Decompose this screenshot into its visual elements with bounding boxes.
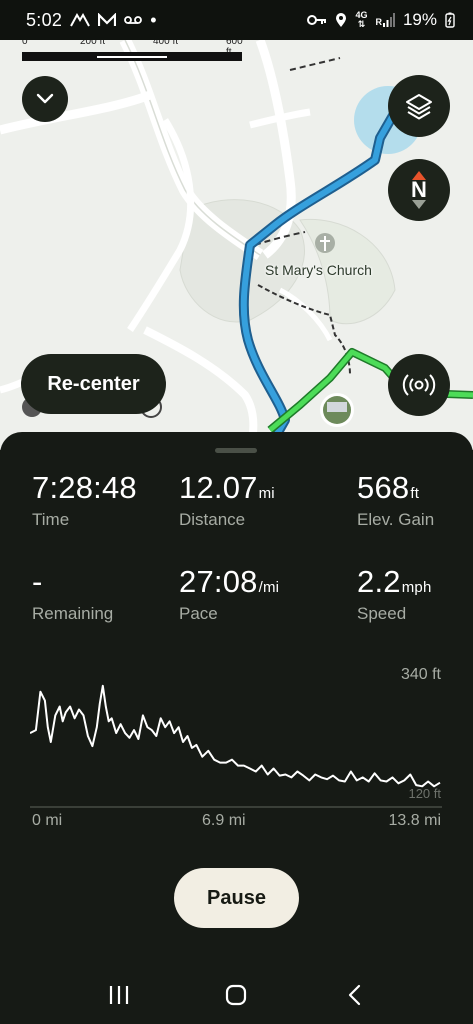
back-chevron-icon (349, 984, 361, 1005)
stat-value: - (32, 564, 43, 599)
scale-bar: 0 200 ft 400 ft 600 ft (22, 36, 244, 64)
stats-sheet[interactable]: 7:28:48 Time 12.07mi Distance 568ft Elev… (0, 432, 473, 1024)
stat-unit: /mi (258, 579, 280, 596)
south-arrow-icon (412, 200, 426, 209)
stat-unit: mph (401, 579, 432, 596)
system-nav-bar (0, 965, 473, 1024)
stat-label: Time (32, 510, 70, 529)
compass-button[interactable]: N (388, 159, 450, 221)
stat-label: Remaining (32, 604, 114, 623)
stat-elevation-gain: 568ft Elev. Gain (357, 470, 434, 530)
home-button[interactable] (216, 975, 256, 1015)
stat-value: 12.07 (179, 470, 258, 505)
stat-value: 2.2 (357, 564, 401, 599)
x-tick-label: 13.8 mi (388, 812, 441, 829)
poi-label-church[interactable]: St Mary's Church (265, 262, 372, 278)
layers-icon (406, 94, 432, 120)
battery-charging-icon (445, 12, 455, 28)
elevation-series-line (29, 684, 441, 788)
y-tick-label: 340 ft (400, 666, 441, 683)
recenter-button[interactable]: Re-center (21, 354, 166, 414)
stat-speed: 2.2mph Speed (357, 564, 431, 624)
recent-apps-button[interactable] (99, 975, 139, 1015)
signal-icon (382, 13, 395, 27)
stat-label: Distance (179, 510, 246, 529)
stat-pace: 27:08/mi Pace (179, 564, 279, 624)
sheet-drag-handle[interactable] (215, 448, 257, 453)
status-time: 5:02 (26, 9, 63, 30)
x-tick-label: 6.9 mi (202, 812, 246, 829)
stat-unit: mi (258, 485, 275, 502)
chevron-down-icon (36, 93, 54, 104)
stat-label: Speed (357, 604, 407, 623)
stat-remaining: - Remaining (32, 564, 113, 624)
home-icon (226, 984, 247, 1005)
pause-button[interactable]: Pause (174, 868, 299, 928)
y-tick-label: 120 ft (408, 786, 441, 801)
stat-label: Elev. Gain (357, 510, 435, 529)
recent-apps-icon (109, 985, 128, 1004)
map-view[interactable]: St Mary's Church 0 200 ft 400 ft 600 ft … (0, 0, 473, 450)
map-layers-button[interactable] (388, 75, 450, 137)
back-button[interactable] (334, 975, 374, 1015)
stat-value: 568 (357, 470, 410, 505)
stat-time: 7:28:48 Time (32, 470, 138, 530)
status-bar: 5:02 • 4G ⇅ R 19% (0, 0, 473, 40)
stat-unit: ft (410, 485, 420, 502)
battery-percent: 19% (402, 10, 437, 29)
network-arrows-icon: ⇅ (357, 19, 366, 29)
app-m-icon (98, 13, 117, 26)
app-mountain-icon (70, 13, 91, 27)
voicemail-icon (124, 16, 143, 24)
collapse-button[interactable] (22, 76, 68, 122)
stat-value: 7:28:48 (32, 470, 137, 505)
compass-letter: N (411, 177, 427, 202)
stat-label: Pace (179, 604, 218, 623)
scale-bar-graphic (22, 52, 242, 61)
roaming-indicator: R (375, 17, 382, 27)
broadcast-icon (402, 374, 436, 396)
live-share-button[interactable] (388, 354, 450, 416)
key-icon (307, 15, 327, 25)
stat-value: 27:08 (179, 564, 258, 599)
elevation-chart[interactable]: 340 ft 120 ft 0 mi 6.9 mi 13.8 mi (29, 662, 445, 842)
notification-dot: • (150, 9, 157, 30)
stat-distance: 12.07mi Distance (179, 470, 275, 530)
x-tick-label: 0 mi (32, 812, 63, 829)
location-icon (336, 13, 347, 27)
